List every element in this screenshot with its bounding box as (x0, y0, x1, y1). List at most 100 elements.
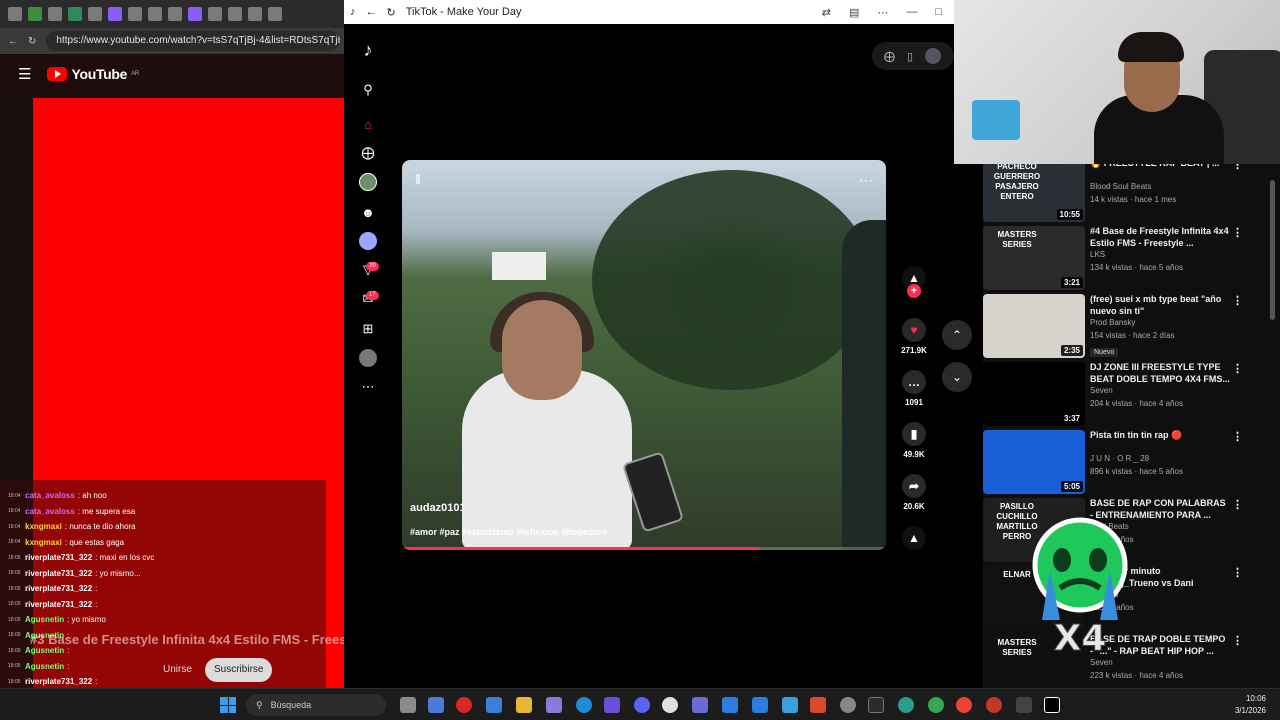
tab-favicon-icon[interactable] (88, 7, 102, 21)
comment-button[interactable]: … 1091 (894, 370, 934, 407)
chat-username[interactable]: riverplate731_322 (25, 677, 92, 686)
recommendation-item[interactable]: 5:05 Pista tin tin tin rap 🔴 J U N · O R _… (983, 428, 1273, 498)
app-grid-icon[interactable] (692, 697, 708, 713)
save-button[interactable]: ▮ 49.9K (894, 422, 934, 459)
chat-username[interactable]: riverplate731_322 (25, 600, 92, 609)
reload-icon[interactable]: ↻ (28, 36, 36, 47)
chat-username[interactable]: Agusnetin (25, 646, 64, 655)
recommendation-thumbnail[interactable]: PACHECO GUERRERO PASAJERO ENTERO 10:55 (983, 164, 1085, 222)
refresh-app-icon[interactable] (662, 697, 678, 713)
start-button[interactable] (220, 697, 236, 713)
compass-icon[interactable]: ⨁ (884, 50, 895, 63)
back-icon[interactable]: ← (8, 36, 18, 47)
game-icon[interactable] (810, 697, 826, 713)
tab-favicon-icon[interactable] (28, 7, 42, 21)
tab-favicon-icon[interactable] (148, 7, 162, 21)
more-options-icon[interactable]: ⋮ (1232, 362, 1243, 375)
chat-username[interactable]: cata_avaloss (25, 491, 75, 500)
opera-gx-icon[interactable] (986, 697, 1002, 713)
file-explorer-icon[interactable] (516, 697, 532, 713)
video-username[interactable]: audaz0101 (410, 502, 466, 514)
recommendation-title[interactable]: #4 Base de Freestyle Infinita 4x4 Estilo… (1090, 225, 1230, 249)
more-options-icon[interactable]: ⋮ (1232, 164, 1243, 171)
store-icon[interactable] (486, 697, 502, 713)
tab-favicon-icon[interactable] (8, 7, 22, 21)
mail-icon[interactable] (782, 697, 798, 713)
settings-gear-icon[interactable] (840, 697, 856, 713)
recommendation-title[interactable]: DJ ZONE III FREESTYLE TYPE BEAT DOBLE TE… (1090, 361, 1230, 385)
more-options-icon[interactable]: ⋮ (1232, 566, 1243, 579)
more-icon[interactable]: ⋯ (877, 6, 888, 19)
tiktok-taskbar-icon[interactable] (1044, 697, 1060, 713)
like-button[interactable]: ♥ 271.9K (894, 318, 934, 355)
tab-favicon-icon[interactable] (128, 7, 142, 21)
translate-icon[interactable]: ⇄ (822, 6, 831, 19)
volume-icon[interactable] (416, 174, 426, 184)
globe-icon[interactable] (898, 697, 914, 713)
tab-favicon-icon[interactable] (68, 7, 82, 21)
recommendation-item[interactable]: MASTERS SERIES 3:21 #4 Base de Freestyle I… (983, 224, 1273, 294)
search-icon[interactable]: ⚲ (358, 80, 378, 100)
reader-icon[interactable]: ▤ (849, 6, 859, 19)
more-icon[interactable]: ⋯ (358, 377, 378, 397)
next-video-button[interactable]: ⌄ (942, 362, 972, 392)
recommendation-channel[interactable]: Prod Bansky (1090, 318, 1135, 327)
chrome-profile-icon[interactable] (956, 697, 972, 713)
minimize-icon[interactable]: — (906, 6, 917, 19)
recommendation-thumbnail[interactable]: MASTERS SERIES 3:21 (983, 226, 1085, 290)
recommendation-item[interactable]: PACHECO GUERRERO PASAJERO ENTERO 10:55 🔥 F… (983, 164, 1273, 226)
subscribe-button[interactable]: Suscribirse (205, 658, 273, 682)
browser-tab-strip[interactable] (0, 0, 344, 28)
chrome-icon[interactable] (928, 697, 944, 713)
terminal-icon[interactable] (868, 697, 884, 713)
following-icon[interactable]: ☻ (358, 202, 378, 222)
task-view-icon[interactable] (400, 697, 416, 713)
share-button[interactable]: ➦ 20.6K (894, 474, 934, 511)
video-progress-bar[interactable] (402, 547, 886, 550)
sound-disc[interactable]: ▲ (894, 526, 934, 554)
explore-icon[interactable]: ⨁ (358, 143, 378, 163)
visual-studio-icon[interactable] (604, 697, 620, 713)
follow-plus-icon[interactable]: + (907, 284, 921, 298)
pen-app-icon[interactable] (546, 697, 562, 713)
chat-username[interactable]: Agusnetin (25, 615, 64, 624)
video-more-icon[interactable]: ⋯ (859, 172, 874, 189)
upload-icon[interactable]: ⊞ (358, 319, 378, 339)
chat-username[interactable]: riverplate731_322 (25, 553, 92, 562)
app-icon[interactable] (1016, 697, 1032, 713)
edge-icon[interactable] (576, 697, 592, 713)
chat-username[interactable]: riverplate731_322 (25, 584, 92, 593)
chat-username[interactable]: kxngmaxi (25, 538, 62, 547)
recommendation-thumbnail[interactable]: 3:37 (983, 362, 1085, 426)
recommendation-thumbnail[interactable]: 5:05 (983, 430, 1085, 494)
tab-favicon-icon[interactable] (248, 7, 262, 21)
more-options-icon[interactable]: ⋮ (1232, 634, 1243, 647)
tab-favicon-icon[interactable] (228, 7, 242, 21)
opera-icon[interactable] (456, 697, 472, 713)
previous-video-button[interactable]: ⌃ (942, 320, 972, 350)
more-options-icon[interactable]: ⋮ (1232, 226, 1243, 239)
tab-favicon-icon[interactable] (268, 7, 282, 21)
notes-icon[interactable] (752, 697, 768, 713)
copilot-icon[interactable] (428, 697, 444, 713)
more-options-icon[interactable]: ⋮ (1232, 498, 1243, 511)
recommendation-thumbnail[interactable]: 2:35 (983, 294, 1085, 358)
device-icon[interactable]: ▯ (907, 50, 913, 63)
tab-favicon-icon[interactable] (108, 7, 122, 21)
user-avatar-icon[interactable] (358, 348, 378, 368)
more-options-icon[interactable]: ⋮ (1232, 294, 1243, 307)
tab-favicon-icon[interactable] (188, 7, 202, 21)
account-avatar-icon[interactable] (925, 48, 942, 64)
chat-username[interactable]: riverplate731_322 (25, 569, 92, 578)
recommendation-channel[interactable]: Seven (1090, 386, 1113, 395)
discord-icon[interactable] (634, 697, 650, 713)
tiktok-logo-icon[interactable]: ♪ (358, 40, 378, 60)
taskbar-clock[interactable]: 10:06 3/1/2026 (1235, 693, 1266, 717)
tiktok-video[interactable]: ⋯ audaz0101 #amor #paz #estoicismo #refl… (402, 160, 886, 550)
back-icon[interactable]: ← (366, 6, 377, 18)
photos-icon[interactable] (722, 697, 738, 713)
chat-username[interactable]: Agusnetin (25, 662, 64, 671)
video-caption[interactable]: #amor #paz #estoicismo #reflexion #hopec… (410, 527, 607, 537)
live-icon[interactable] (358, 231, 378, 251)
recommendation-title[interactable]: 🔥 FREESTYLE RAP BEAT | ... (1090, 164, 1230, 169)
